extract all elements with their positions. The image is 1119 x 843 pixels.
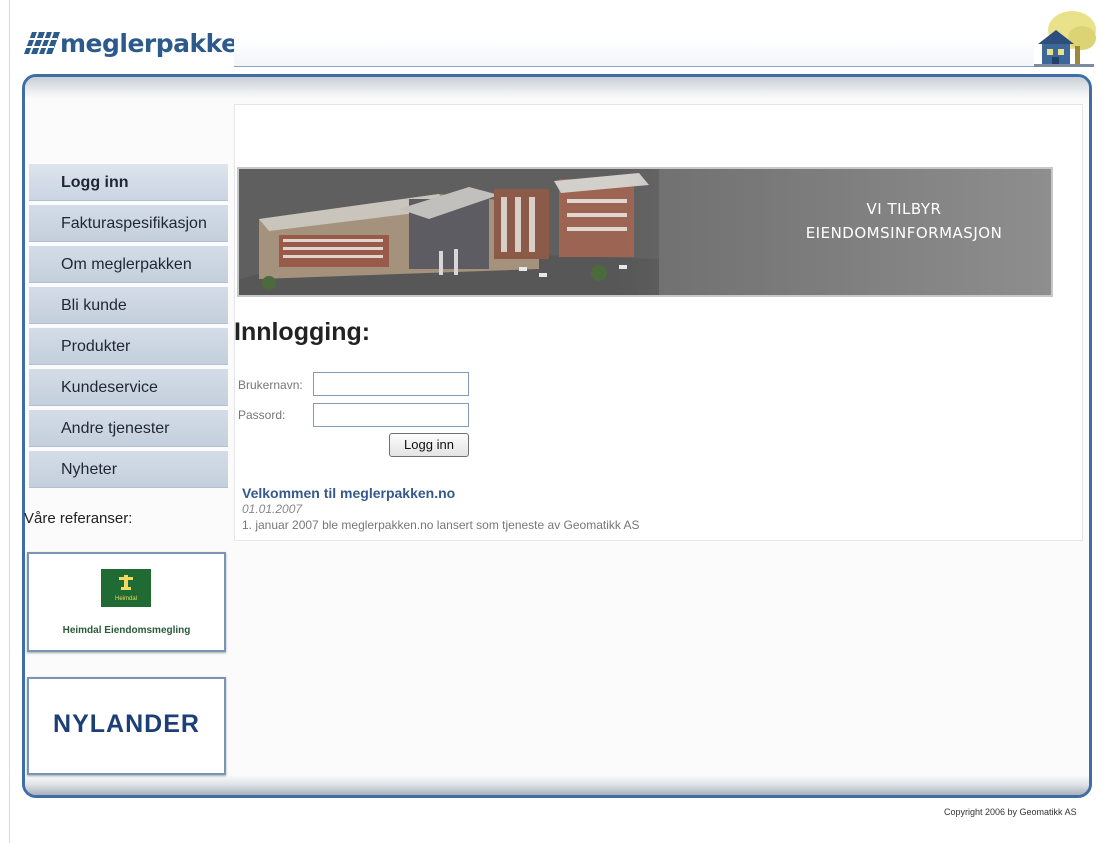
logo-grid-icon [24, 31, 60, 55]
nav-item-produkter[interactable]: Produkter [29, 328, 228, 365]
nav-item-kundeservice[interactable]: Kundeservice [29, 369, 228, 406]
reference-heimdal[interactable]: Heimdal Heimdal Eiendomsmegling [27, 552, 226, 652]
copyright: Copyright 2006 by Geomatikk AS [944, 807, 1077, 817]
reference-nylander[interactable]: NYLANDER [27, 677, 226, 775]
heimdal-emblem-text: Heimdal [114, 596, 137, 602]
news-title-link[interactable]: Velkommen til meglerpakken.no [242, 485, 455, 501]
header-band [234, 38, 1034, 66]
window-edge [0, 0, 10, 843]
header: meglerpakken [22, 8, 1104, 78]
heimdal-name: Heimdal Eiendomsmegling [62, 625, 191, 636]
login-button[interactable]: Logg inn [389, 433, 469, 457]
heimdal-emblem-icon: Heimdal [101, 569, 151, 607]
username-input[interactable] [313, 372, 469, 396]
banner-line-1: VI TILBYR [866, 200, 942, 218]
page: meglerpakken VI TILBYR EIENDOMSINFORMASJ… [0, 0, 1119, 843]
house-tree-icon [1034, 11, 1096, 67]
nylander-name: NYLANDER [53, 710, 200, 738]
references-heading: Våre referanser: [24, 510, 133, 527]
logo-text: meglerpakken [60, 29, 255, 58]
nav-item-logg-inn[interactable]: Logg inn [29, 164, 228, 201]
banner: VI TILBYR EIENDOMSINFORMASJON [237, 167, 1053, 297]
banner-line-2: EIENDOMSINFORMASJON [805, 224, 1003, 242]
news-text: 1. januar 2007 ble meglerpakken.no lanse… [242, 518, 640, 532]
logo[interactable]: meglerpakken [22, 26, 255, 66]
nav-item-nyheter[interactable]: Nyheter [29, 451, 228, 488]
nav-item-bli-kunde[interactable]: Bli kunde [29, 287, 228, 324]
nav-item-fakturaspesifikasjon[interactable]: Fakturaspesifikasjon [29, 205, 228, 242]
username-label: Brukernavn: [238, 378, 303, 392]
frame-top-bevel [25, 77, 1089, 99]
password-label: Passord: [238, 408, 286, 422]
password-input[interactable] [313, 403, 469, 427]
login-title: Innlogging: [234, 318, 371, 346]
nav-item-andre-tjenester[interactable]: Andre tjenester [29, 410, 228, 447]
frame-bottom-bevel [25, 775, 1089, 795]
sidebar-nav: Logg inn Fakturaspesifikasjon Om meglerp… [29, 164, 229, 492]
header-divider [234, 66, 1034, 67]
news-date: 01.01.2007 [242, 502, 303, 516]
nav-item-om-meglerpakken[interactable]: Om meglerpakken [29, 246, 228, 283]
